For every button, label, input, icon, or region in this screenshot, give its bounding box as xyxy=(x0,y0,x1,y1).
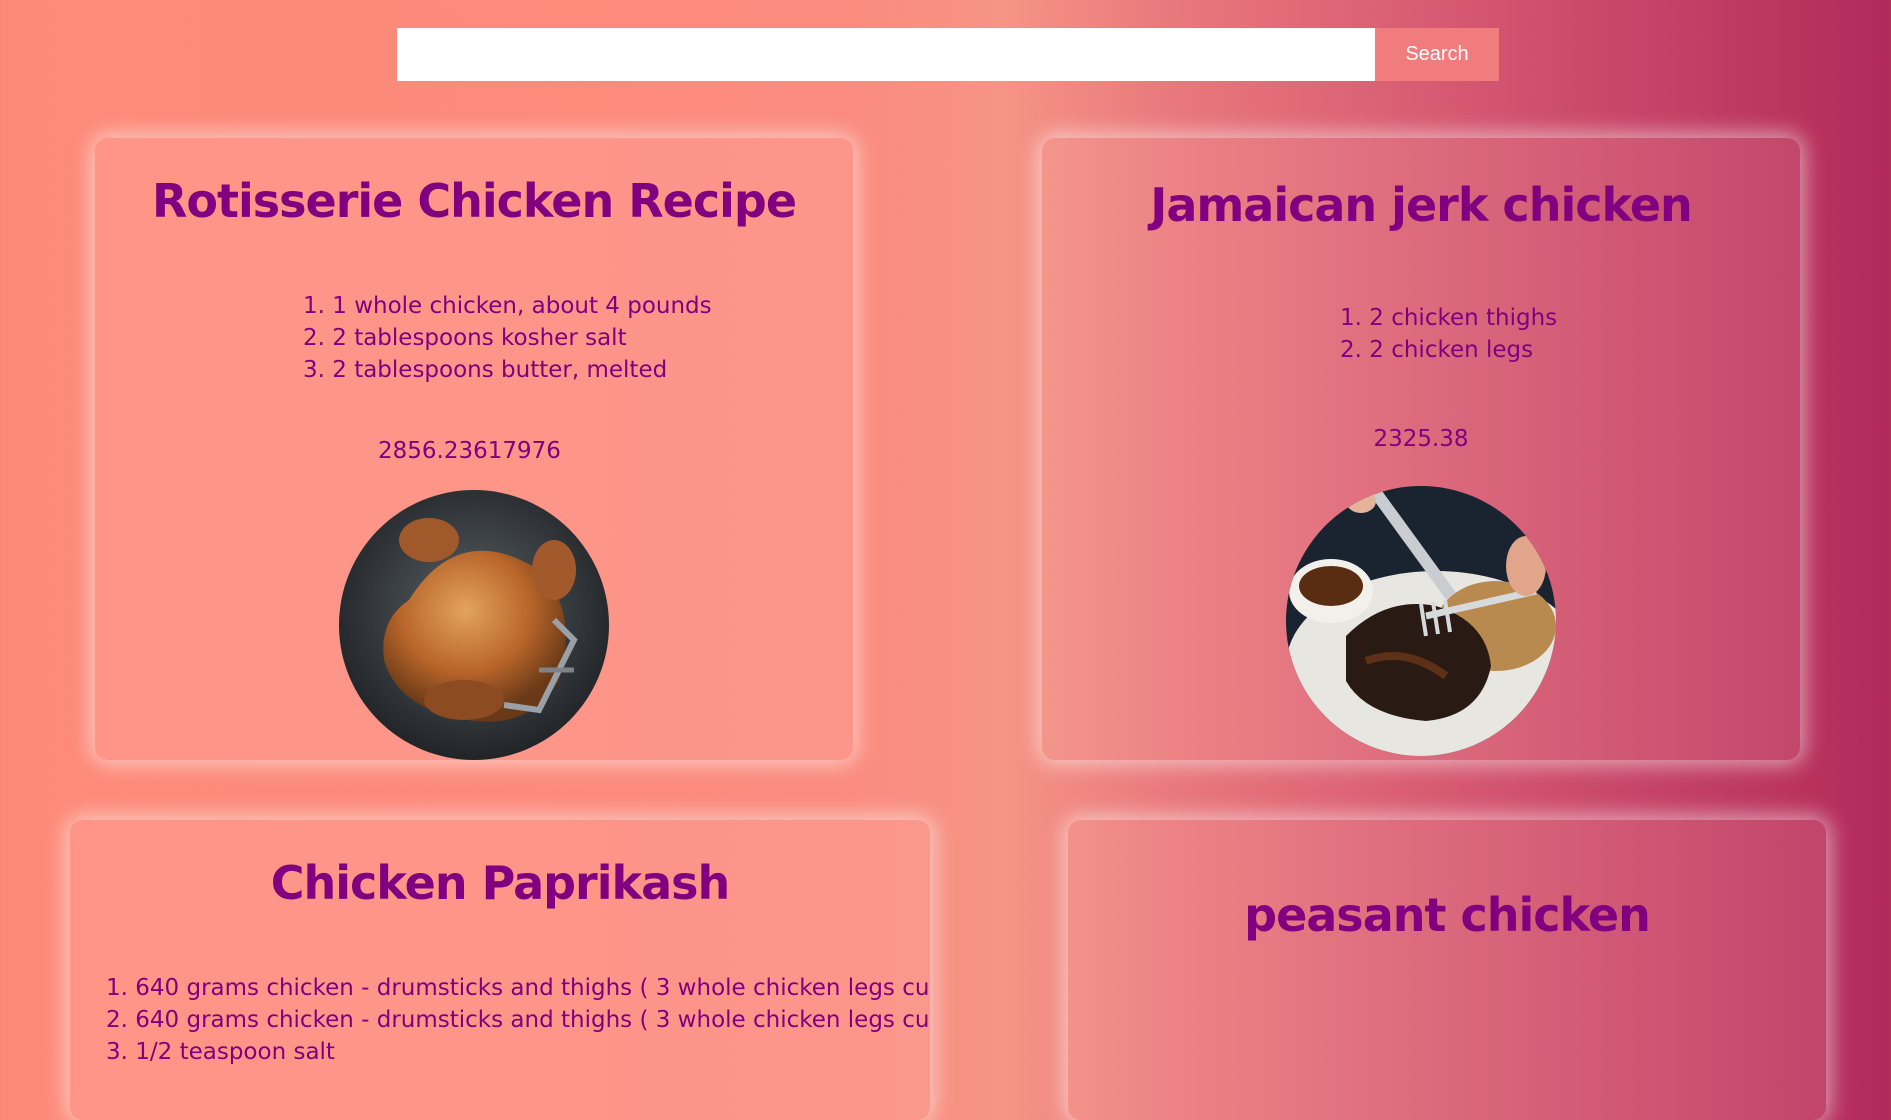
jerk-chicken-photo xyxy=(1286,486,1556,756)
recipe-value: 2325.38 xyxy=(1373,426,1469,452)
recipe-value: 2856.23617976 xyxy=(378,438,561,464)
search-input[interactable] xyxy=(397,28,1375,81)
ingredient-item: 3. 2 tablespoons butter, melted xyxy=(303,357,668,383)
ingredient-item: 2. 2 chicken legs xyxy=(1340,337,1534,363)
recipe-card: Jamaican jerk chicken 1. 2 chicken thigh… xyxy=(1042,138,1800,760)
recipe-title: Chicken Paprikash xyxy=(270,856,731,910)
search-bar: Search xyxy=(397,28,1499,81)
ingredient-item: 1. 640 grams chicken - drumsticks and th… xyxy=(106,975,930,1001)
recipe-title: Jamaican jerk chicken xyxy=(1150,178,1693,232)
ingredient-list: 1. 2 chicken thighs 2. 2 chicken legs xyxy=(1340,302,1557,366)
ingredient-item: 1. 1 whole chicken, about 4 pounds xyxy=(303,293,712,319)
recipe-card: peasant chicken xyxy=(1068,820,1826,1120)
recipe-title: Rotisserie Chicken Recipe xyxy=(151,174,797,228)
ingredient-list: 1. 640 grams chicken - drumsticks and th… xyxy=(106,972,930,1068)
ingredient-list: 1. 1 whole chicken, about 4 pounds 2. 2 … xyxy=(303,290,712,386)
recipe-card: Chicken Paprikash 1. 640 grams chicken -… xyxy=(70,820,930,1120)
ingredient-item: 3. 1/2 teaspoon salt xyxy=(106,1039,335,1065)
rotisserie-chicken-photo xyxy=(339,490,609,760)
ingredient-item: 2. 2 tablespoons kosher salt xyxy=(303,325,627,351)
recipe-title: peasant chicken xyxy=(1244,888,1651,942)
ingredient-item: 2. 640 grams chicken - drumsticks and th… xyxy=(106,1007,930,1033)
search-button[interactable]: Search xyxy=(1375,28,1499,81)
recipe-card: Rotisserie Chicken Recipe 1. 1 whole chi… xyxy=(95,138,853,760)
ingredient-item: 1. 2 chicken thighs xyxy=(1340,305,1558,331)
